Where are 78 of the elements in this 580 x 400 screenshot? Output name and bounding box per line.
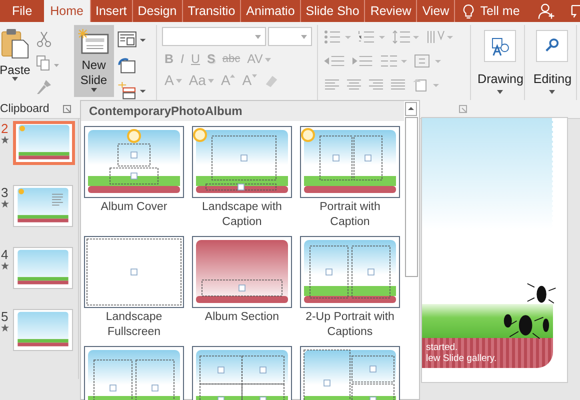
text-direction-icon[interactable] bbox=[426, 30, 454, 44]
caret-icon bbox=[90, 88, 97, 92]
scroll-up-icon[interactable] bbox=[405, 102, 417, 116]
slide-number: 3 bbox=[1, 185, 8, 200]
section-icon[interactable] bbox=[116, 82, 147, 100]
lightbulb-icon bbox=[463, 4, 474, 18]
star-icon bbox=[1, 262, 9, 270]
clipboard-icon bbox=[1, 27, 29, 59]
slide-thumbnail[interactable] bbox=[13, 185, 73, 227]
slide-number: 5 bbox=[1, 309, 8, 324]
dialog-launcher-icon[interactable] bbox=[459, 105, 468, 113]
reset-icon[interactable] bbox=[116, 56, 137, 74]
dialog-launcher-icon[interactable] bbox=[63, 105, 72, 113]
slide-number: 4 bbox=[1, 247, 8, 262]
new-slide-button[interactable]: New Slide bbox=[74, 25, 114, 97]
align-right-icon[interactable] bbox=[368, 78, 384, 92]
font-size-field[interactable] bbox=[268, 27, 312, 46]
tell-me-search[interactable]: Tell me bbox=[455, 0, 528, 22]
new-slide-icon bbox=[78, 29, 110, 55]
scroll-thumb[interactable] bbox=[405, 117, 418, 277]
star-icon bbox=[1, 136, 9, 144]
scissors-icon[interactable] bbox=[36, 31, 52, 47]
ribbon-tab[interactable]: File bbox=[0, 0, 44, 22]
align-text-icon[interactable] bbox=[414, 54, 442, 68]
layout-option[interactable] bbox=[300, 346, 400, 400]
slide-number: 2 bbox=[1, 121, 8, 136]
numbering-icon[interactable] bbox=[358, 30, 386, 44]
format-painter-icon[interactable] bbox=[36, 79, 52, 95]
layout-option[interactable]: 2-Up Portrait with Captions bbox=[300, 236, 400, 340]
line-spacing-icon[interactable] bbox=[392, 30, 420, 44]
align-center-icon[interactable] bbox=[346, 78, 362, 92]
caret-icon bbox=[497, 90, 504, 94]
slide-preview-drawing bbox=[16, 124, 72, 162]
slide-thumbnail[interactable] bbox=[13, 309, 73, 351]
caret-icon bbox=[255, 34, 262, 38]
layout-option[interactable]: Album Cover bbox=[84, 126, 184, 230]
up-caret-icon bbox=[230, 74, 236, 78]
slide-text: lew Slide gallery. bbox=[426, 353, 498, 364]
layout-option[interactable] bbox=[84, 346, 184, 400]
layout-option[interactable] bbox=[192, 346, 292, 400]
columns-icon[interactable] bbox=[380, 54, 408, 68]
group-label: Clipboard bbox=[0, 103, 50, 115]
gallery-heading: ContemporaryPhotoAlbum bbox=[81, 101, 404, 121]
layout-icon[interactable] bbox=[116, 31, 147, 49]
star-icon bbox=[1, 324, 9, 332]
caret-icon bbox=[252, 74, 257, 78]
slide-preview-drawing bbox=[15, 187, 71, 225]
decrease-indent-icon[interactable] bbox=[324, 54, 346, 68]
slide-thumbnail[interactable] bbox=[13, 247, 73, 289]
shapes-icon bbox=[484, 30, 516, 62]
justify-icon[interactable] bbox=[390, 78, 406, 92]
ribbon-group-button[interactable]: Drawing bbox=[476, 25, 525, 100]
increase-indent-icon[interactable] bbox=[352, 54, 374, 68]
paste-button[interactable]: Paste bbox=[0, 25, 30, 100]
layout-option[interactable]: Landscape with Caption bbox=[192, 126, 292, 230]
slide-thumbnail[interactable] bbox=[13, 121, 75, 165]
layout-option[interactable]: Album Section bbox=[192, 236, 292, 340]
layout-option[interactable]: Portrait with Caption bbox=[300, 126, 400, 230]
caret-icon bbox=[208, 79, 214, 84]
slide-preview-drawing bbox=[15, 311, 71, 349]
copy-icon[interactable] bbox=[36, 55, 60, 71]
caret-icon bbox=[264, 58, 271, 62]
star-icon bbox=[1, 200, 9, 208]
add-person-icon[interactable] bbox=[538, 3, 556, 20]
slide-preview-drawing bbox=[15, 249, 71, 287]
align-left-icon[interactable] bbox=[324, 78, 340, 92]
layout-option[interactable]: Landscape Fullscreen bbox=[84, 236, 184, 340]
slide-text: started. bbox=[426, 342, 459, 353]
caret-icon bbox=[176, 79, 182, 84]
bullets-icon[interactable] bbox=[324, 30, 352, 44]
caret-icon bbox=[12, 77, 18, 81]
ribbon-tab[interactable]: Home bbox=[44, 0, 90, 22]
search-icon bbox=[536, 30, 568, 62]
caret-icon bbox=[549, 90, 556, 94]
font-name-field[interactable] bbox=[162, 27, 266, 46]
caret-icon bbox=[301, 34, 308, 38]
comment-icon[interactable] bbox=[571, 3, 580, 19]
ribbon-group-button[interactable]: Editing bbox=[528, 25, 577, 100]
